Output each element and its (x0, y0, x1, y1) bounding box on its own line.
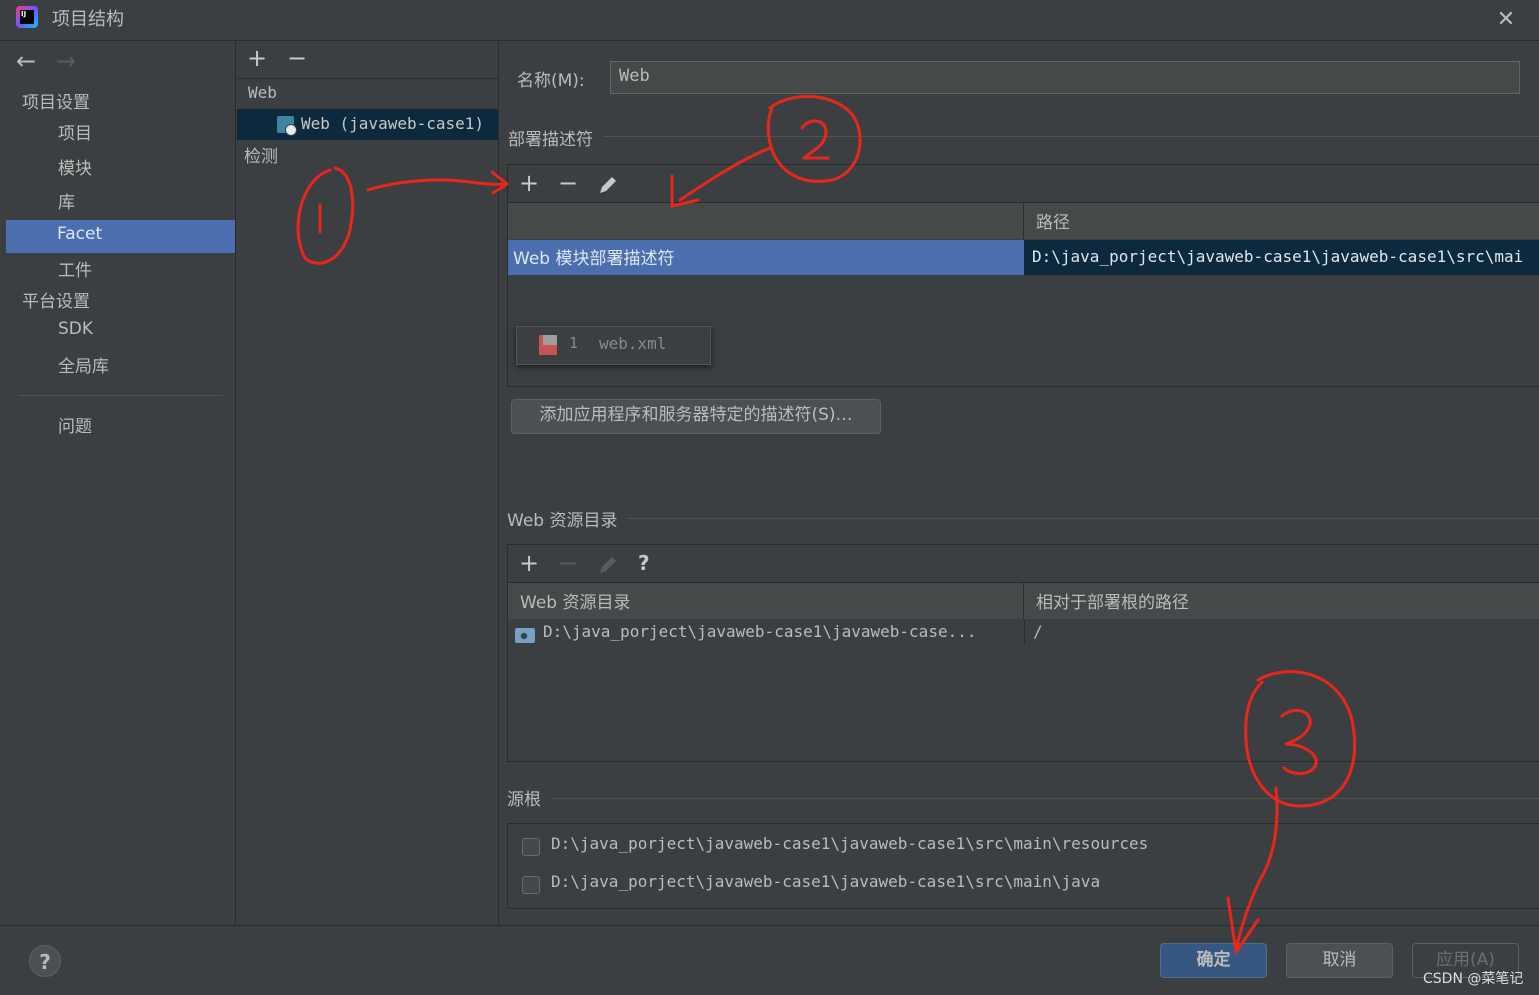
table-row[interactable]: D:\java_porject\javaweb-case1\javaweb-ca… (508, 620, 1539, 645)
descriptor-type-popup: 1 web.xml (516, 326, 711, 365)
descriptor-row-path[interactable]: D:\java_porject\javaweb-case1\javaweb-ca… (1024, 240, 1539, 275)
sidebar-divider (18, 395, 223, 396)
tree-item-web-facet[interactable]: Web (javaweb-case1) (237, 109, 498, 140)
relative-path-cell: / (1024, 620, 1124, 645)
sidebar-item-global-libraries[interactable]: 全局库 (58, 352, 109, 377)
edit-pencil-icon[interactable] (597, 174, 619, 196)
source-root-label: D:\java_porject\javaweb-case1\javaweb-ca… (551, 872, 1101, 891)
add-icon[interactable]: + (519, 169, 539, 197)
sidebar-item-sdk[interactable]: SDK (58, 319, 93, 339)
project-settings-header: 项目设置 (22, 93, 90, 113)
tree-toolbar: + − (237, 41, 498, 79)
web-resource-dir-cell: D:\java_porject\javaweb-case1\javaweb-ca… (543, 622, 977, 641)
close-icon[interactable]: ✕ (1494, 8, 1518, 32)
tree-item-detection[interactable]: 检测 (244, 142, 278, 167)
cancel-button[interactable]: 取消 (1286, 943, 1393, 978)
source-root-checkbox[interactable] (522, 838, 540, 856)
tree-group-web[interactable]: Web (248, 83, 277, 102)
source-root-checkbox[interactable] (522, 876, 540, 894)
add-server-descriptor-button[interactable]: 添加应用程序和服务器特定的描述符(S)… (511, 399, 881, 434)
help-button[interactable]: ? (29, 945, 61, 977)
intellij-idea-icon: IJ (16, 6, 38, 28)
deployment-descriptors-table: + − 路径 Web 模块部署描述符 D:\java_porject\javaw… (507, 164, 1539, 387)
deployment-descriptors-title: 部署描述符 (508, 125, 603, 150)
add-icon[interactable]: + (247, 44, 267, 72)
back-arrow-icon[interactable]: ← (16, 47, 36, 75)
web-resources-table: + − ? Web 资源目录 相对于部署根的路径 D:\java_porject… (507, 544, 1539, 762)
settings-sidebar: ← → 项目设置 项目 模块 库 Facet 工件 平台设置 SDK 全局库 问… (6, 41, 236, 925)
popup-item-number: 1 (569, 334, 579, 352)
platform-settings-header: 平台设置 (22, 292, 90, 312)
forward-arrow-icon: → (56, 47, 77, 75)
web-resources-toolbar: + − ? (508, 545, 1539, 583)
web-facet-icon (277, 116, 297, 136)
dialog-footer: ? 确定 取消 应用(A) CSDN @菜笔记 (0, 925, 1539, 995)
sidebar-item-modules[interactable]: 模块 (58, 154, 92, 179)
sidebar-item-problems[interactable]: 问题 (58, 412, 92, 437)
sidebar-item-facet-label: Facet (57, 224, 103, 244)
column-header-type[interactable] (508, 203, 1024, 239)
column-header-path[interactable]: 路径 (1024, 203, 1539, 239)
sidebar-item-facet[interactable]: Facet (6, 220, 235, 253)
sidebar-item-project[interactable]: 项目 (58, 119, 92, 144)
section-divider (509, 798, 1539, 799)
facet-tree-panel: + − Web Web (javaweb-case1) 检测 (237, 41, 499, 925)
column-header-web-resource-dir[interactable]: Web 资源目录 (508, 583, 1024, 619)
sidebar-item-libraries[interactable]: 库 (58, 188, 75, 213)
title-bar: IJ 项目结构 ✕ (0, 0, 1539, 41)
remove-icon[interactable]: − (558, 169, 578, 197)
remove-icon: − (558, 549, 579, 577)
xml-file-icon (539, 335, 557, 355)
ok-button[interactable]: 确定 (1160, 943, 1267, 978)
descriptor-row-type[interactable]: Web 模块部署描述符 (508, 240, 1024, 275)
name-field[interactable]: Web (610, 61, 1520, 94)
section-divider (509, 518, 1539, 519)
web-resources-title: Web 资源目录 (507, 506, 628, 531)
tree-item-label: Web (javaweb-case1) (301, 114, 485, 133)
add-icon[interactable]: + (519, 549, 539, 577)
sidebar-item-artifacts[interactable]: 工件 (58, 256, 92, 281)
edit-pencil-icon (600, 557, 616, 573)
web-folder-icon (515, 628, 535, 643)
remove-icon[interactable]: − (287, 44, 307, 72)
column-header-relative-path[interactable]: 相对于部署根的路径 (1024, 583, 1539, 619)
facet-settings-panel: 名称(M): Web 部署描述符 + − 路径 Web 模块部署描述符 D:\j… (499, 41, 1539, 925)
window-title: 项目结构 (52, 9, 124, 30)
source-root-label: D:\java_porject\javaweb-case1\javaweb-ca… (551, 834, 1149, 853)
source-roots-list: D:\java_porject\javaweb-case1\javaweb-ca… (507, 823, 1539, 909)
descriptor-toolbar: + − (508, 165, 1539, 203)
watermark: CSDN @菜笔记 (1423, 971, 1524, 987)
source-roots-title: 源根 (507, 785, 551, 810)
popup-item-web-xml[interactable]: web.xml (599, 334, 666, 353)
name-label: 名称(M): (517, 71, 585, 91)
help-icon[interactable]: ? (638, 551, 650, 575)
section-divider (509, 136, 1539, 137)
